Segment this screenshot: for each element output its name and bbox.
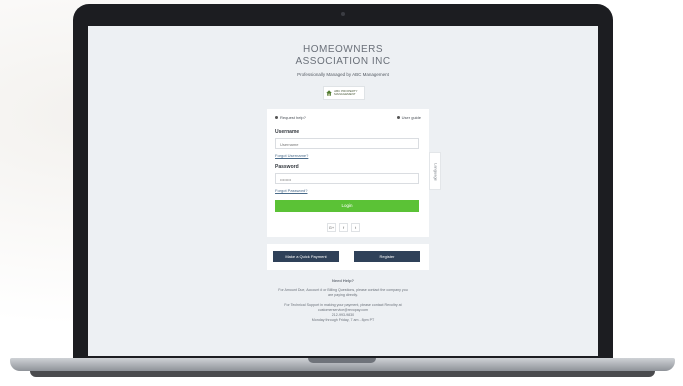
page-title-line1: HOMEOWNERS bbox=[303, 44, 383, 55]
password-input[interactable] bbox=[275, 173, 419, 184]
register-button[interactable]: Register bbox=[354, 251, 420, 262]
help-heading: Need Help? bbox=[331, 278, 354, 283]
laptop-base bbox=[10, 358, 675, 371]
forgot-password-link[interactable]: Forgot Password? bbox=[275, 188, 307, 193]
request-help-link[interactable]: Request help? bbox=[275, 115, 306, 120]
login-card: Request help? User guide Username Forgot… bbox=[267, 109, 429, 237]
help-icon bbox=[275, 116, 278, 120]
camera-icon bbox=[341, 12, 345, 16]
logo-text: ABC PROPERTY MANAGEMENT bbox=[334, 88, 358, 96]
username-input[interactable] bbox=[275, 138, 419, 149]
management-logo: ABC PROPERTY MANAGEMENT bbox=[323, 86, 365, 100]
facebook-icon[interactable]: f bbox=[339, 223, 348, 232]
user-guide-link[interactable]: User guide bbox=[396, 115, 421, 120]
laptop-screen: HOMEOWNERS ASSOCIATION INC Professionall… bbox=[88, 26, 598, 356]
page-title-line2: ASSOCIATION INC bbox=[295, 56, 391, 67]
house-icon bbox=[326, 90, 332, 96]
laptop-base-shadow bbox=[30, 371, 655, 377]
support-hours: Monday through Friday, 7 am - 8pm PT bbox=[311, 318, 375, 322]
language-tab-label: Language bbox=[433, 163, 439, 181]
laptop-notch bbox=[308, 358, 376, 363]
language-tab[interactable]: Language bbox=[429, 152, 441, 190]
request-help-label: Request help? bbox=[280, 115, 306, 120]
social-login-row: G+ f t bbox=[327, 223, 360, 232]
password-label: Password bbox=[275, 164, 299, 170]
quick-payment-button[interactable]: Make a Quick Payment bbox=[273, 251, 339, 262]
help-text-line2: are paying directly. bbox=[328, 293, 358, 297]
twitter-icon[interactable]: t bbox=[351, 223, 360, 232]
book-icon bbox=[396, 116, 400, 120]
user-guide-label: User guide bbox=[401, 115, 421, 120]
login-button[interactable]: Login bbox=[275, 200, 419, 212]
google-plus-icon[interactable]: G+ bbox=[327, 223, 336, 232]
actions-card: Make a Quick Payment Register bbox=[267, 244, 429, 270]
page-subtitle: Professionally Managed by ABC Management bbox=[297, 72, 389, 77]
laptop-lid: HOMEOWNERS ASSOCIATION INC Professionall… bbox=[73, 4, 613, 362]
forgot-username-link[interactable]: Forgot Username? bbox=[275, 153, 308, 158]
username-label: Username bbox=[275, 129, 300, 135]
